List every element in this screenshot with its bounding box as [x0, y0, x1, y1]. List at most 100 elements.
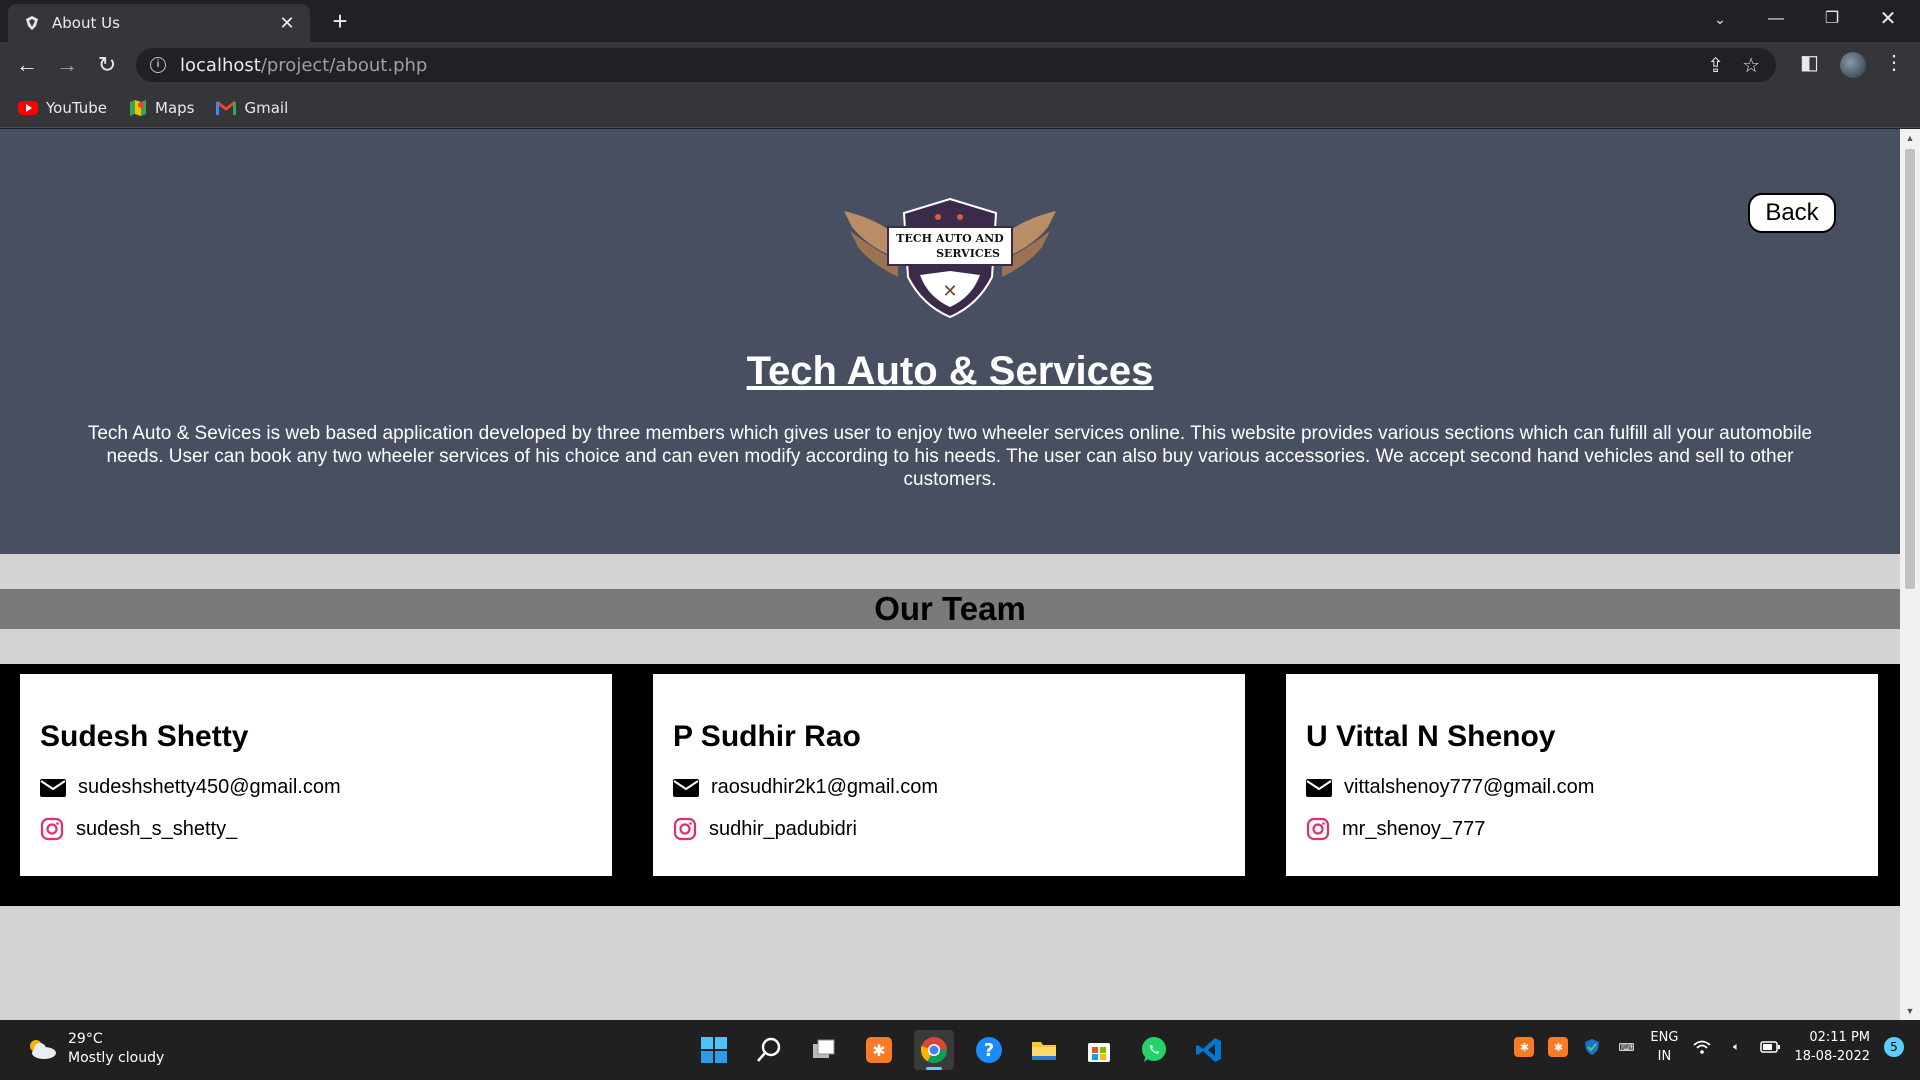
search-icon[interactable]	[749, 1030, 789, 1070]
team-card: Sudesh Shetty sudeshshetty450@gmail.com …	[20, 674, 612, 876]
battery-icon[interactable]	[1760, 1037, 1781, 1057]
team-card: P Sudhir Rao raosudhir2k1@gmail.com sudh…	[653, 674, 1245, 876]
microsoft-store-icon[interactable]	[1079, 1030, 1119, 1070]
xampp-tray-icon[interactable]: ✱	[1514, 1037, 1535, 1057]
restore-button[interactable]: ❐	[1804, 0, 1860, 38]
member-instagram-row: mr_shenoy_777	[1306, 817, 1858, 841]
share-icon[interactable]: ⇪	[1707, 53, 1724, 78]
site-favicon-icon	[26, 16, 38, 30]
weather-condition: Mostly cloudy	[68, 1050, 165, 1066]
svg-text:?: ?	[984, 1040, 994, 1061]
page-title: Tech Auto & Services	[746, 349, 1154, 393]
minimize-button[interactable]: —	[1748, 0, 1804, 38]
gmail-icon	[216, 100, 237, 115]
tab-strip: About Us ✕ + ⌄ — ❐ ✕	[0, 0, 1920, 42]
member-instagram[interactable]: mr_shenoy_777	[1342, 818, 1485, 841]
browser-toolbar: ← → ↻ i localhost/project/about.php ⇪ ☆ …	[0, 42, 1920, 88]
language-indicator[interactable]: ENG IN	[1650, 1028, 1678, 1066]
svg-text:✱: ✱	[872, 1041, 885, 1060]
member-name: P Sudhir Rao	[673, 720, 861, 753]
temperature: 29°C	[68, 1031, 103, 1047]
our-team-heading: Our Team	[0, 589, 1900, 629]
back-button[interactable]: Back	[1748, 193, 1836, 233]
clock[interactable]: 02:11 PM 18-08-2022	[1794, 1028, 1870, 1066]
member-name: U Vittal N Shenoy	[1306, 720, 1556, 753]
menu-kebab-icon[interactable]: ⋮	[1884, 50, 1904, 75]
member-email[interactable]: sudeshshetty450@gmail.com	[78, 776, 341, 799]
member-instagram[interactable]: sudhir_padubidri	[709, 818, 857, 841]
tab-title: About Us	[52, 14, 120, 32]
site-info-icon[interactable]: i	[150, 57, 166, 73]
volume-icon[interactable]: 🔈︎	[1726, 1037, 1746, 1057]
chrome-icon[interactable]	[914, 1030, 954, 1070]
team-cards: Sudesh Shetty sudeshshetty450@gmail.com …	[0, 664, 1900, 906]
member-instagram[interactable]: sudesh_s_shetty_	[76, 818, 237, 841]
help-icon[interactable]: ?	[969, 1030, 1009, 1070]
scroll-thumb[interactable]	[1905, 149, 1915, 589]
tab-about-us[interactable]: About Us ✕	[8, 4, 310, 42]
windows-start-icon[interactable]	[694, 1030, 734, 1070]
team-card: U Vittal N Shenoy vittalshenoy777@gmail.…	[1286, 674, 1878, 876]
file-explorer-icon[interactable]	[1024, 1030, 1064, 1070]
profile-avatar[interactable]	[1840, 52, 1866, 78]
url-text: localhost/project/about.php	[180, 54, 428, 76]
hero-section: ✕ TECH AUTO AND SERVICES Tech Auto & Ser…	[0, 129, 1900, 554]
member-email[interactable]: raosudhir2k1@gmail.com	[711, 776, 938, 799]
tab-search-icon[interactable]: ⌄	[1692, 0, 1748, 38]
reload-icon[interactable]: ↻	[92, 50, 122, 80]
page-scrollbar[interactable]: ▲ ▼	[1900, 129, 1920, 1020]
instagram-icon	[673, 817, 697, 841]
member-name: Sudesh Shetty	[40, 720, 249, 753]
member-email-row: sudeshshetty450@gmail.com	[40, 776, 592, 799]
scroll-down-icon[interactable]: ▼	[1900, 1006, 1920, 1016]
tab-close-icon[interactable]: ✕	[276, 13, 298, 34]
system-tray: ✱ ✱ ⌨ ENG IN 🔈︎ 02:11 PM 18-08-2022 5	[1514, 1028, 1904, 1066]
envelope-icon	[40, 778, 66, 797]
page-viewport: ✕ TECH AUTO AND SERVICES Tech Auto & Ser…	[0, 129, 1900, 1020]
envelope-icon	[1306, 778, 1332, 797]
scroll-up-icon[interactable]: ▲	[1900, 133, 1920, 143]
bookmark-label: Gmail	[244, 98, 289, 117]
taskbar: 29°C Mostly cloudy ✱ ? ✱ ✱ ⌨ ENG IN 🔈︎ 0…	[0, 1020, 1920, 1080]
about-description: Tech Auto & Sevices is web based applica…	[87, 423, 1813, 490]
cloudy-weather-icon	[30, 1040, 56, 1059]
tech-auto-logo: ✕ TECH AUTO AND SERVICES	[844, 197, 1056, 319]
taskbar-apps: ✱ ?	[694, 1030, 1229, 1070]
svg-text:TECH AUTO AND: TECH AUTO AND	[896, 232, 1004, 245]
bookmark-gmail[interactable]: Gmail	[216, 99, 288, 117]
member-instagram-row: sudhir_padubidri	[673, 817, 1225, 841]
whatsapp-icon[interactable]	[1134, 1030, 1174, 1070]
new-tab-button[interactable]: +	[325, 6, 355, 36]
side-panel-icon[interactable]: ◧	[1800, 50, 1819, 75]
xampp-control-tray-icon[interactable]: ✱	[1548, 1037, 1569, 1057]
member-email[interactable]: vittalshenoy777@gmail.com	[1344, 776, 1594, 799]
bookmark-star-icon[interactable]: ☆	[1742, 53, 1760, 78]
forward-arrow-icon[interactable]: →	[52, 50, 82, 80]
task-view-icon[interactable]	[804, 1030, 844, 1070]
instagram-icon	[1306, 817, 1330, 841]
bookmark-youtube[interactable]: YouTube	[18, 99, 107, 117]
address-bar[interactable]: i localhost/project/about.php ⇪ ☆	[136, 48, 1776, 82]
back-arrow-icon[interactable]: ←	[12, 50, 42, 80]
maps-icon	[130, 99, 146, 116]
envelope-icon	[673, 778, 699, 797]
bookmark-label: Maps	[155, 98, 195, 117]
bookmarks-bar: YouTube Maps Gmail	[0, 88, 1920, 128]
xampp-icon[interactable]: ✱	[859, 1030, 899, 1070]
youtube-icon	[18, 100, 38, 115]
svg-text:SERVICES: SERVICES	[936, 247, 1000, 260]
member-instagram-row: sudesh_s_shetty_	[40, 817, 592, 841]
notification-badge[interactable]: 5	[1884, 1037, 1904, 1057]
wifi-icon[interactable]	[1692, 1037, 1712, 1057]
keyboard-icon[interactable]: ⌨	[1616, 1037, 1636, 1057]
instagram-icon	[40, 817, 64, 841]
weather-widget[interactable]: 29°C Mostly cloudy	[24, 1030, 164, 1068]
member-email-row: vittalshenoy777@gmail.com	[1306, 776, 1858, 799]
omnibox-actions: ⇪ ☆	[1707, 53, 1760, 78]
bookmark-maps[interactable]: Maps	[129, 99, 194, 117]
svg-text:✕: ✕	[942, 281, 957, 302]
security-shield-icon[interactable]	[1582, 1037, 1602, 1057]
member-email-row: raosudhir2k1@gmail.com	[673, 776, 1225, 799]
vscode-icon[interactable]	[1189, 1030, 1229, 1070]
close-window-button[interactable]: ✕	[1860, 0, 1916, 38]
